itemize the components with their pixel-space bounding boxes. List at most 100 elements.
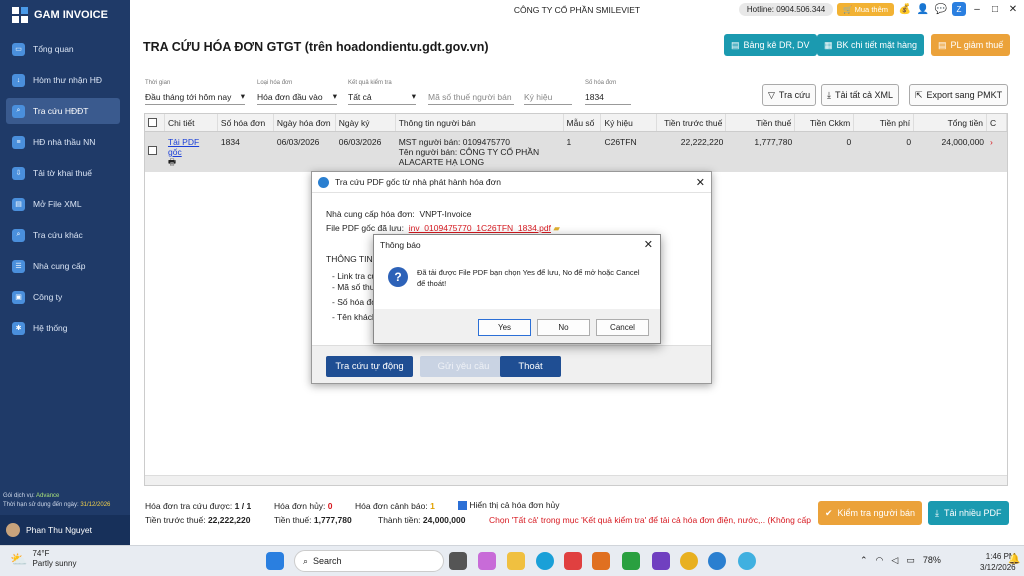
user-help-icon[interactable]: 👤	[916, 2, 930, 16]
download-icon: ⤓	[827, 89, 831, 100]
buy-more-button[interactable]: 🛒 Mua thêm	[837, 2, 894, 16]
sidebar-item-tai-to-khai[interactable]: ⇩ Tải tờ khai thuế	[6, 160, 120, 186]
windows-start-icon[interactable]	[266, 552, 284, 570]
search-icon: ⌕	[12, 228, 25, 242]
close-icon[interactable]: ✕	[696, 176, 705, 189]
store-icon[interactable]	[564, 552, 582, 570]
filter-ket-qua[interactable]: Kết quả kiểm tra Tất cả ▾	[348, 80, 416, 105]
ky-hieu-input[interactable]: Ký hiệu	[524, 80, 572, 105]
app-taskbar-icon[interactable]	[738, 552, 756, 570]
tra-cuu-button[interactable]: ▽ Tra cứu	[762, 84, 817, 106]
monitor-icon: ▭	[12, 42, 25, 56]
sidebar-item-nha-cung-cap[interactable]: ☰ Nhà cung cấp	[6, 253, 120, 279]
sidebar-item-tong-quan[interactable]: ▭ Tổng quan	[6, 36, 120, 62]
download-icon: ⤓	[935, 507, 939, 518]
copilot-icon[interactable]	[478, 552, 496, 570]
xbox-icon[interactable]	[622, 552, 640, 570]
contacts-icon: ☰	[12, 259, 25, 273]
thoat-button[interactable]: Thoát	[500, 356, 561, 377]
task-view-icon[interactable]	[449, 552, 467, 570]
filter-thoi-gian[interactable]: Thời gian Đầu tháng tới hôm nay ▾	[145, 80, 245, 105]
pl-giam-thue-button[interactable]: ▤ PL giảm thuế	[931, 34, 1011, 56]
question-icon: ?	[388, 267, 408, 287]
hint-text: Chọn 'Tất cả' trong mục 'Kết quả kiểm tr…	[489, 515, 813, 525]
table-header: Chi tiết Số hóa đơn Ngày hóa đơn Ngày ký…	[145, 114, 1007, 132]
bk-chi-tiet-button[interactable]: ▦ BK chi tiết mặt hàng	[817, 34, 925, 56]
download-pdf-link[interactable]: Tải PDF gốc	[168, 137, 199, 157]
saved-file-link[interactable]: inv_0109475770_1C26TFN_1834.pdf	[409, 223, 551, 233]
taskbar-search[interactable]: ⌕ Search	[294, 550, 444, 572]
current-user[interactable]: Phan Thu Nguyet	[0, 515, 130, 545]
chevron-down-icon: ▾	[240, 91, 245, 101]
chat-icon[interactable]: 💬	[934, 2, 948, 16]
yes-button[interactable]: Yes	[478, 319, 531, 336]
kiem-tra-nguoi-ban-button[interactable]: ✔ Kiểm tra người bán	[818, 501, 923, 525]
message-box-title: Thông báo	[380, 240, 421, 250]
row-checkbox[interactable]	[148, 146, 157, 155]
tra-cuu-tu-dong-button[interactable]: Tra cứu tự động	[326, 356, 413, 377]
chrome-icon[interactable]	[680, 552, 698, 570]
app-logo: GAM INVOICE	[0, 0, 130, 30]
app-icon	[318, 176, 329, 188]
sidebar-item-he-thong[interactable]: ✱ Hệ thống	[6, 315, 120, 341]
summary-cancelled: Hóa đơn hủy: 0	[274, 501, 333, 511]
folder-icon[interactable]: ▰	[553, 223, 560, 233]
close-icon[interactable]: ✕	[1006, 2, 1020, 16]
file-icon: ▤	[938, 39, 947, 50]
notification-icon[interactable]: 🔔	[1008, 554, 1020, 565]
horizontal-scrollbar[interactable]	[145, 475, 1007, 485]
message-text: Đã tải được File PDF bạn chọn Yes để lưu…	[417, 268, 640, 288]
close-icon[interactable]: ✕	[644, 238, 653, 251]
system-tray[interactable]: ⌃ ◠ ◁ ▭ 78%	[860, 555, 941, 566]
gam-invoice-taskbar-icon[interactable]	[708, 552, 726, 570]
tai-nhieu-pdf-button[interactable]: ⤓ Tải nhiều PDF	[928, 501, 1009, 525]
info-title: THÔNG TIN	[326, 254, 373, 264]
chevron-down-icon: ▾	[332, 91, 337, 101]
summary-pretax: Tiền trước thuế: 22,222,220	[145, 515, 251, 525]
table-row[interactable]: Tải PDF gốc 🖶 1834 06/03/2026 06/03/2026 …	[145, 132, 1007, 172]
file-explorer-icon[interactable]	[507, 552, 525, 570]
cancel-button[interactable]: Cancel	[596, 319, 649, 336]
app-name: GAM INVOICE	[34, 9, 108, 21]
export-icon: ⇱	[915, 89, 923, 100]
weather-widget[interactable]: ⛅ 74°F Partly sunny	[10, 549, 76, 569]
print-icon[interactable]: 🖶	[168, 157, 176, 167]
select-all-checkbox[interactable]	[148, 118, 157, 127]
minimize-icon[interactable]: –	[970, 2, 984, 16]
volume-icon: ◁	[891, 555, 899, 565]
window-controls: Hotline: 0904.506.344 🛒 Mua thêm 💰 👤 💬 Z…	[738, 2, 1020, 16]
money-bag-icon[interactable]: 💰	[898, 2, 912, 16]
table-icon: ▦	[824, 39, 833, 50]
battery-icon: ▭	[906, 555, 915, 565]
provider-row: Nhà cung cấp hóa đơn: VNPT-Invoice	[326, 209, 472, 219]
sidebar-item-hom-thu[interactable]: ↓ Hòm thư nhận HĐ	[6, 67, 120, 93]
show-cancelled-checkbox[interactable]: Hiển thị cả hóa đơn hủy	[458, 500, 560, 511]
sidebar-item-hd-nha-thau[interactable]: ≡ HĐ nhà thầu NN	[6, 129, 120, 155]
check-icon: ✔	[825, 507, 833, 518]
office-icon[interactable]	[592, 552, 610, 570]
file-icon: ▤	[731, 39, 740, 50]
summary-total: Thành tiền: 24,000,000	[378, 515, 466, 525]
sidebar-item-mo-file-xml[interactable]: ▤ Mở File XML	[6, 191, 120, 217]
tai-tat-ca-xml-button[interactable]: ⤓ Tải tất cả XML	[821, 84, 900, 106]
no-button[interactable]: No	[537, 319, 590, 336]
checked-icon	[458, 501, 467, 511]
summary-found: Hóa đơn tra cứu được: 1 / 1	[145, 501, 252, 511]
bang-ke-button[interactable]: ▤ Bảng kê DR, DV	[724, 34, 817, 56]
mst-input[interactable]: Mã số thuế người bán	[428, 80, 514, 105]
so-hoa-don-input[interactable]: Số hóa đơn 1834	[585, 80, 631, 105]
gui-yeu-cau-button[interactable]: Gửi yêu cầu	[420, 356, 507, 377]
sidebar-item-tra-cuu-khac[interactable]: ⌕ Tra cứu khác	[6, 222, 120, 248]
zalo-icon[interactable]: Z	[952, 2, 966, 16]
company-name: CÔNG TY CỔ PHẦN SMILEVIET	[513, 5, 641, 15]
teams-icon[interactable]	[652, 552, 670, 570]
summary-warning: Hóa đơn cảnh báo: 1	[355, 501, 435, 511]
filter-loai-hoa-don[interactable]: Loại hóa đơn Hóa đơn đầu vào ▾	[257, 80, 337, 105]
inbox-icon: ↓	[12, 73, 25, 87]
edge-icon[interactable]	[536, 552, 554, 570]
maximize-icon[interactable]: □	[988, 2, 1002, 16]
logo-icon	[12, 7, 28, 23]
sidebar-item-tra-cuu-hddt[interactable]: ⌕ Tra cứu HĐĐT	[6, 98, 120, 124]
export-pmkt-button[interactable]: ⇱ Export sang PMKT	[909, 84, 1009, 106]
sidebar-item-cong-ty[interactable]: ▣ Công ty	[6, 284, 120, 310]
